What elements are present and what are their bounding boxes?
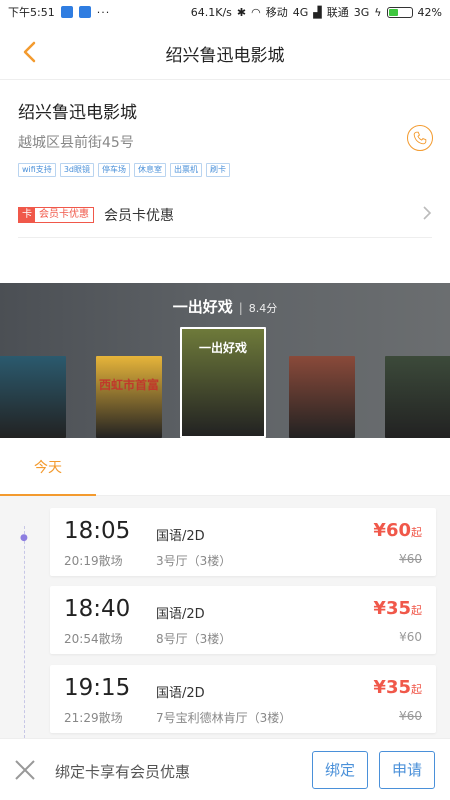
bind-hint-text: 绑定卡享有会员优惠 xyxy=(55,763,191,781)
showtime-card[interactable]: 18:40 20:54散场 国语/2D 8号厅（3楼） ¥35起 ¥60 xyxy=(50,586,436,654)
close-icon xyxy=(15,760,35,780)
facility-tag: 休息室 xyxy=(133,163,166,177)
phone-icon xyxy=(413,131,427,145)
member-badge: 卡 会员卡优惠 xyxy=(18,206,94,223)
price-suffix: 起 xyxy=(411,526,422,539)
poster-title: 一出好戏 xyxy=(198,341,247,355)
signal-icon: ▟ xyxy=(313,5,322,19)
network-speed: 64.1K/s xyxy=(190,5,232,19)
language-format: 国语/2D xyxy=(156,529,205,544)
price-value: ¥35 xyxy=(373,598,411,619)
language-format: 国语/2D xyxy=(156,686,205,701)
cinema-name: 绍兴鲁迅电影城 xyxy=(18,103,137,123)
movie-poster-2[interactable]: 西虹市首富 xyxy=(96,356,162,438)
apply-button[interactable]: 申请 xyxy=(379,751,435,789)
status-time: 下午5:51 xyxy=(8,6,55,19)
facility-tag: 出票机 xyxy=(169,163,202,177)
price-suffix: 起 xyxy=(411,604,422,617)
chevron-right-icon xyxy=(422,205,432,224)
status-bar: 下午5:51 ··· 64.1K/s ✱ ◠ 移动 4G ▟ 联通 3G ϟ 4… xyxy=(0,0,450,24)
member-label: 会员卡优惠 xyxy=(104,207,174,224)
end-time: 20:54散场 xyxy=(64,632,123,646)
price-value: ¥60 xyxy=(373,520,411,541)
network-type-2: 3G xyxy=(353,5,370,19)
cinema-address: 越城区县前街45号 xyxy=(18,135,134,151)
movie-title-row: 一出好戏 | 8.4分 xyxy=(0,296,450,317)
price: ¥60起 xyxy=(373,520,422,541)
nav-header: 绍兴鲁迅电影城 xyxy=(0,24,450,80)
phone-button[interactable] xyxy=(407,125,433,151)
page-title: 绍兴鲁迅电影城 xyxy=(165,46,285,66)
facility-tag: wifi支持 xyxy=(18,163,56,177)
language-format: 国语/2D xyxy=(156,607,205,622)
facility-tag: 停车场 xyxy=(97,163,130,177)
facility-tags: wifi支持 3d眼镜 停车场 休息室 出票机 刷卡 xyxy=(18,163,230,177)
close-button[interactable] xyxy=(13,758,37,782)
bind-button[interactable]: 绑定 xyxy=(312,751,368,789)
movie-score: 8.4分 xyxy=(248,302,278,315)
section-spacer xyxy=(0,239,450,283)
app-notification-icon-2 xyxy=(78,6,91,18)
movie-poster-4[interactable] xyxy=(289,356,355,438)
date-tabs: 今天 xyxy=(0,448,450,496)
showtime-list[interactable]: ● 18:05 20:19散场 国语/2D 3号厅（3楼） ¥60起 ¥60 18:40 20… xyxy=(0,496,450,738)
timeline-line xyxy=(24,526,25,738)
showtime-card[interactable]: 19:15 21:29散场 国语/2D 7号宝利德林肯厅（3楼） ¥35起 ¥60 xyxy=(50,665,436,733)
start-time: 18:40 xyxy=(64,596,131,622)
moon-icon: ● xyxy=(20,533,28,543)
movie-poster-5[interactable] xyxy=(385,356,450,438)
facility-tag: 刷卡 xyxy=(205,163,230,177)
member-badge-text: 会员卡优惠 xyxy=(39,208,89,220)
movie-banner[interactable]: 一出好戏 | 8.4分 西虹市首富 一出好戏 xyxy=(0,283,450,438)
movie-poster-1[interactable] xyxy=(0,356,66,438)
facility-tag: 3d眼镜 xyxy=(59,163,94,177)
tab-today[interactable]: 今天 xyxy=(0,448,96,496)
start-time: 19:15 xyxy=(64,675,131,701)
start-time: 18:05 xyxy=(64,518,131,544)
more-notifications-icon: ··· xyxy=(96,5,111,19)
battery-percent: 42% xyxy=(417,5,442,19)
movie-poster-3[interactable]: 一出好戏 xyxy=(180,327,266,438)
carrier-2: 联通 xyxy=(326,6,349,19)
hall-name: 3号厅（3楼） xyxy=(156,554,232,568)
original-price: ¥60 xyxy=(399,552,422,566)
movie-title: 一出好戏 xyxy=(172,298,233,316)
price: ¥35起 xyxy=(373,598,422,619)
price: ¥35起 xyxy=(373,677,422,698)
carrier-1: 移动 xyxy=(265,6,288,19)
card-icon: 卡 xyxy=(19,207,35,222)
charging-icon: ϟ xyxy=(374,5,382,19)
poster-title: 西虹市首富 xyxy=(98,378,159,392)
network-type-1: 4G xyxy=(292,5,309,19)
app-notification-icon xyxy=(60,6,73,18)
end-time: 20:19散场 xyxy=(64,554,123,568)
bluetooth-icon: ✱ xyxy=(236,5,247,19)
title-divider: | xyxy=(238,301,243,315)
hall-name: 7号宝利德林肯厅（3楼） xyxy=(156,711,292,725)
price-value: ¥35 xyxy=(373,677,411,698)
hall-name: 8号厅（3楼） xyxy=(156,632,232,646)
wifi-icon: ◠ xyxy=(251,5,261,19)
battery-icon xyxy=(386,6,413,18)
end-time: 21:29散场 xyxy=(64,711,123,725)
member-card-row[interactable]: 卡 会员卡优惠 会员卡优惠 xyxy=(18,198,432,238)
original-price: ¥60 xyxy=(399,630,422,644)
showtime-card[interactable]: 18:05 20:19散场 国语/2D 3号厅（3楼） ¥60起 ¥60 xyxy=(50,508,436,576)
bottom-bar: 绑定卡享有会员优惠 绑定 申请 xyxy=(0,738,450,800)
price-suffix: 起 xyxy=(411,683,422,696)
original-price: ¥60 xyxy=(399,709,422,723)
